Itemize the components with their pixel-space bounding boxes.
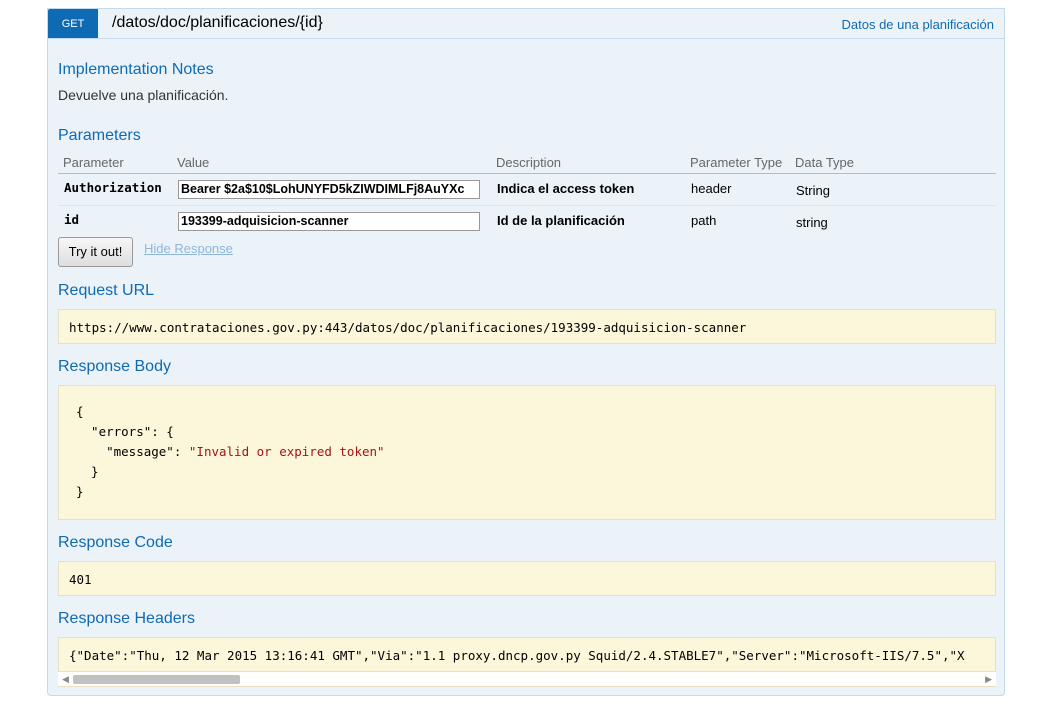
json-line: "message": "Invalid or expired token" bbox=[76, 444, 385, 459]
json-key: "message": bbox=[76, 444, 189, 459]
response-code-heading: Response Code bbox=[58, 534, 173, 551]
param-data-type: string bbox=[796, 215, 828, 230]
response-headers-heading: Response Headers bbox=[58, 610, 195, 627]
scrollbar-thumb[interactable] bbox=[73, 675, 240, 684]
row-divider bbox=[58, 205, 996, 206]
request-url-heading: Request URL bbox=[58, 282, 155, 299]
response-body-block: { "errors": { "message": "Invalid or exp… bbox=[58, 385, 996, 520]
implementation-notes-text: Devuelve una planificación. bbox=[58, 87, 229, 103]
scroll-left-arrow-icon[interactable]: ◀ bbox=[62, 674, 69, 685]
hide-response-link[interactable]: Hide Response bbox=[144, 241, 233, 256]
param-description: Indica el access token bbox=[497, 181, 635, 196]
param-type: path bbox=[691, 213, 717, 228]
column-header-parameter-type: Parameter Type bbox=[690, 155, 783, 170]
param-description: Id de la planificación bbox=[497, 213, 625, 228]
scroll-right-arrow-icon[interactable]: ▶ bbox=[985, 674, 992, 685]
column-header-data-type: Data Type bbox=[795, 155, 855, 170]
table-header-divider bbox=[58, 173, 996, 174]
response-headers-text: {"Date":"Thu, 12 Mar 2015 13:16:41 GMT",… bbox=[69, 648, 965, 663]
response-code-text: 401 bbox=[69, 572, 92, 587]
id-input[interactable]: 193399-adquisicion-scanner bbox=[178, 212, 480, 231]
param-type: header bbox=[691, 181, 732, 196]
param-name-id: id bbox=[64, 212, 80, 227]
request-url-text: https://www.contrataciones.gov.py:443/da… bbox=[69, 320, 747, 335]
json-line: { bbox=[76, 404, 84, 419]
parameters-heading: Parameters bbox=[58, 127, 141, 144]
horizontal-scrollbar[interactable]: ◀ ▶ bbox=[58, 671, 996, 686]
column-header-description: Description bbox=[496, 155, 562, 170]
operation-panel: GET /datos/doc/planificaciones/{id} Dato… bbox=[47, 8, 1005, 696]
endpoint-path[interactable]: /datos/doc/planificaciones/{id} bbox=[112, 14, 323, 32]
operation-header[interactable]: GET /datos/doc/planificaciones/{id} Dato… bbox=[48, 9, 1004, 39]
column-header-value: Value bbox=[177, 155, 210, 170]
response-body-heading: Response Body bbox=[58, 358, 171, 375]
param-name-authorization: Authorization bbox=[64, 180, 162, 195]
json-string-value: "Invalid or expired token" bbox=[188, 444, 385, 459]
json-line: } bbox=[76, 464, 99, 479]
param-data-type: String bbox=[796, 183, 830, 198]
implementation-notes-heading: Implementation Notes bbox=[58, 61, 214, 78]
authorization-input[interactable]: Bearer $2a$10$LohUNYFD5kZIWDIMLFj8AuYXc bbox=[178, 180, 480, 199]
response-code-block: 401 bbox=[58, 561, 996, 596]
operation-summary-link[interactable]: Datos de una planificación bbox=[842, 17, 995, 32]
json-line: "errors": { bbox=[76, 424, 174, 439]
request-url-block: https://www.contrataciones.gov.py:443/da… bbox=[58, 309, 996, 344]
column-header-parameter: Parameter bbox=[63, 155, 124, 170]
json-line: } bbox=[76, 484, 84, 499]
http-method-badge[interactable]: GET bbox=[48, 9, 98, 38]
try-it-out-button[interactable]: Try it out! bbox=[58, 237, 133, 267]
